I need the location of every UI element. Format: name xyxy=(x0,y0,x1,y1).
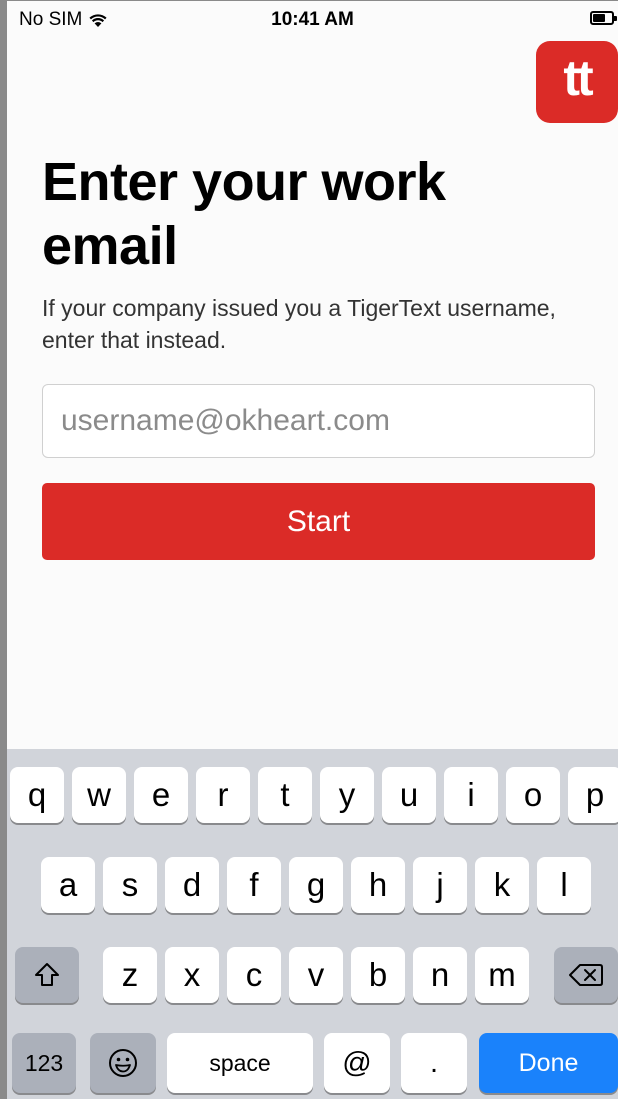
key-z[interactable]: z xyxy=(103,947,157,1003)
emoji-key[interactable] xyxy=(90,1033,156,1093)
key-w[interactable]: w xyxy=(72,767,126,823)
key-r[interactable]: r xyxy=(196,767,250,823)
key-s[interactable]: s xyxy=(103,857,157,913)
backspace-icon xyxy=(569,964,603,986)
key-b[interactable]: b xyxy=(351,947,405,1003)
key-v[interactable]: v xyxy=(289,947,343,1003)
key-u[interactable]: u xyxy=(382,767,436,823)
key-a[interactable]: a xyxy=(41,857,95,913)
space-key[interactable]: space xyxy=(167,1033,313,1093)
start-button[interactable]: Start xyxy=(42,483,595,560)
key-n[interactable]: n xyxy=(413,947,467,1003)
key-m[interactable]: m xyxy=(475,947,529,1003)
shift-arrow-icon xyxy=(35,963,59,986)
page-title: Enter your work email xyxy=(42,152,446,276)
page-subtitle: If your company issued you a TigerText u… xyxy=(42,295,556,353)
key-p[interactable]: p xyxy=(568,767,618,823)
key-g[interactable]: g xyxy=(289,857,343,913)
key-l[interactable]: l xyxy=(537,857,591,913)
clock: 10:41 AM xyxy=(271,9,354,30)
key-i[interactable]: i xyxy=(444,767,498,823)
emoji-icon xyxy=(109,1049,137,1077)
logo-text: tt xyxy=(563,50,593,106)
period-key[interactable]: . xyxy=(401,1033,467,1093)
status-bar: No SIM 10:41 AM xyxy=(7,0,618,42)
backspace-key[interactable] xyxy=(554,947,618,1003)
key-c[interactable]: c xyxy=(227,947,281,1003)
key-q[interactable]: q xyxy=(10,767,64,823)
key-f[interactable]: f xyxy=(227,857,281,913)
done-key[interactable]: Done xyxy=(479,1033,618,1093)
key-y[interactable]: y xyxy=(320,767,374,823)
at-key[interactable]: @ xyxy=(324,1033,390,1093)
key-d[interactable]: d xyxy=(165,857,219,913)
window-frame-left xyxy=(0,0,7,1099)
key-k[interactable]: k xyxy=(475,857,529,913)
key-j[interactable]: j xyxy=(413,857,467,913)
email-input[interactable] xyxy=(42,384,595,458)
key-h[interactable]: h xyxy=(351,857,405,913)
numbers-key[interactable]: 123 xyxy=(12,1033,76,1093)
key-o[interactable]: o xyxy=(506,767,560,823)
key-e[interactable]: e xyxy=(134,767,188,823)
battery-icon xyxy=(590,11,617,25)
key-t[interactable]: t xyxy=(258,767,312,823)
app-logo: tt xyxy=(536,41,618,123)
shift-key[interactable] xyxy=(15,947,79,1003)
keyboard: 123 space @ . Done qwertyuiop asdfghjkl zx… xyxy=(7,749,618,1099)
key-x[interactable]: x xyxy=(165,947,219,1003)
